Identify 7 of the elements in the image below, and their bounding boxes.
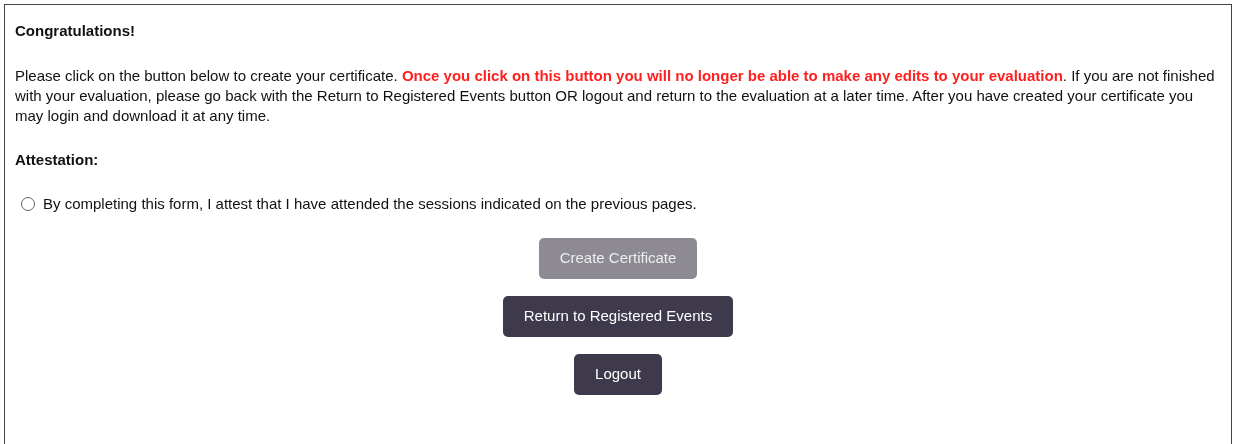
action-button[interactable]: Return to Registered Events: [502, 296, 734, 337]
radio-button[interactable]: [21, 197, 35, 211]
action-button[interactable]: Logout: [574, 354, 662, 395]
heading: Congratulations!: [15, 21, 136, 41]
message-paragraph: Please click on the button below to create your certificate. Once you click on this button you will no longer be able to make any edits to your evaluation. If you are not finished with your evaluation, please go back with the Return to Registered Events button OR logout and return to the evaluation at a later time. After you have created your certificate you may login and download it at any time.: [15, 66, 1216, 126]
attestation-label: Attestation:: [15, 151, 99, 168]
attestation-option-label[interactable]: By completing this form, I attest that I have attended the sessions indicated on the previous pages.: [43, 194, 697, 214]
